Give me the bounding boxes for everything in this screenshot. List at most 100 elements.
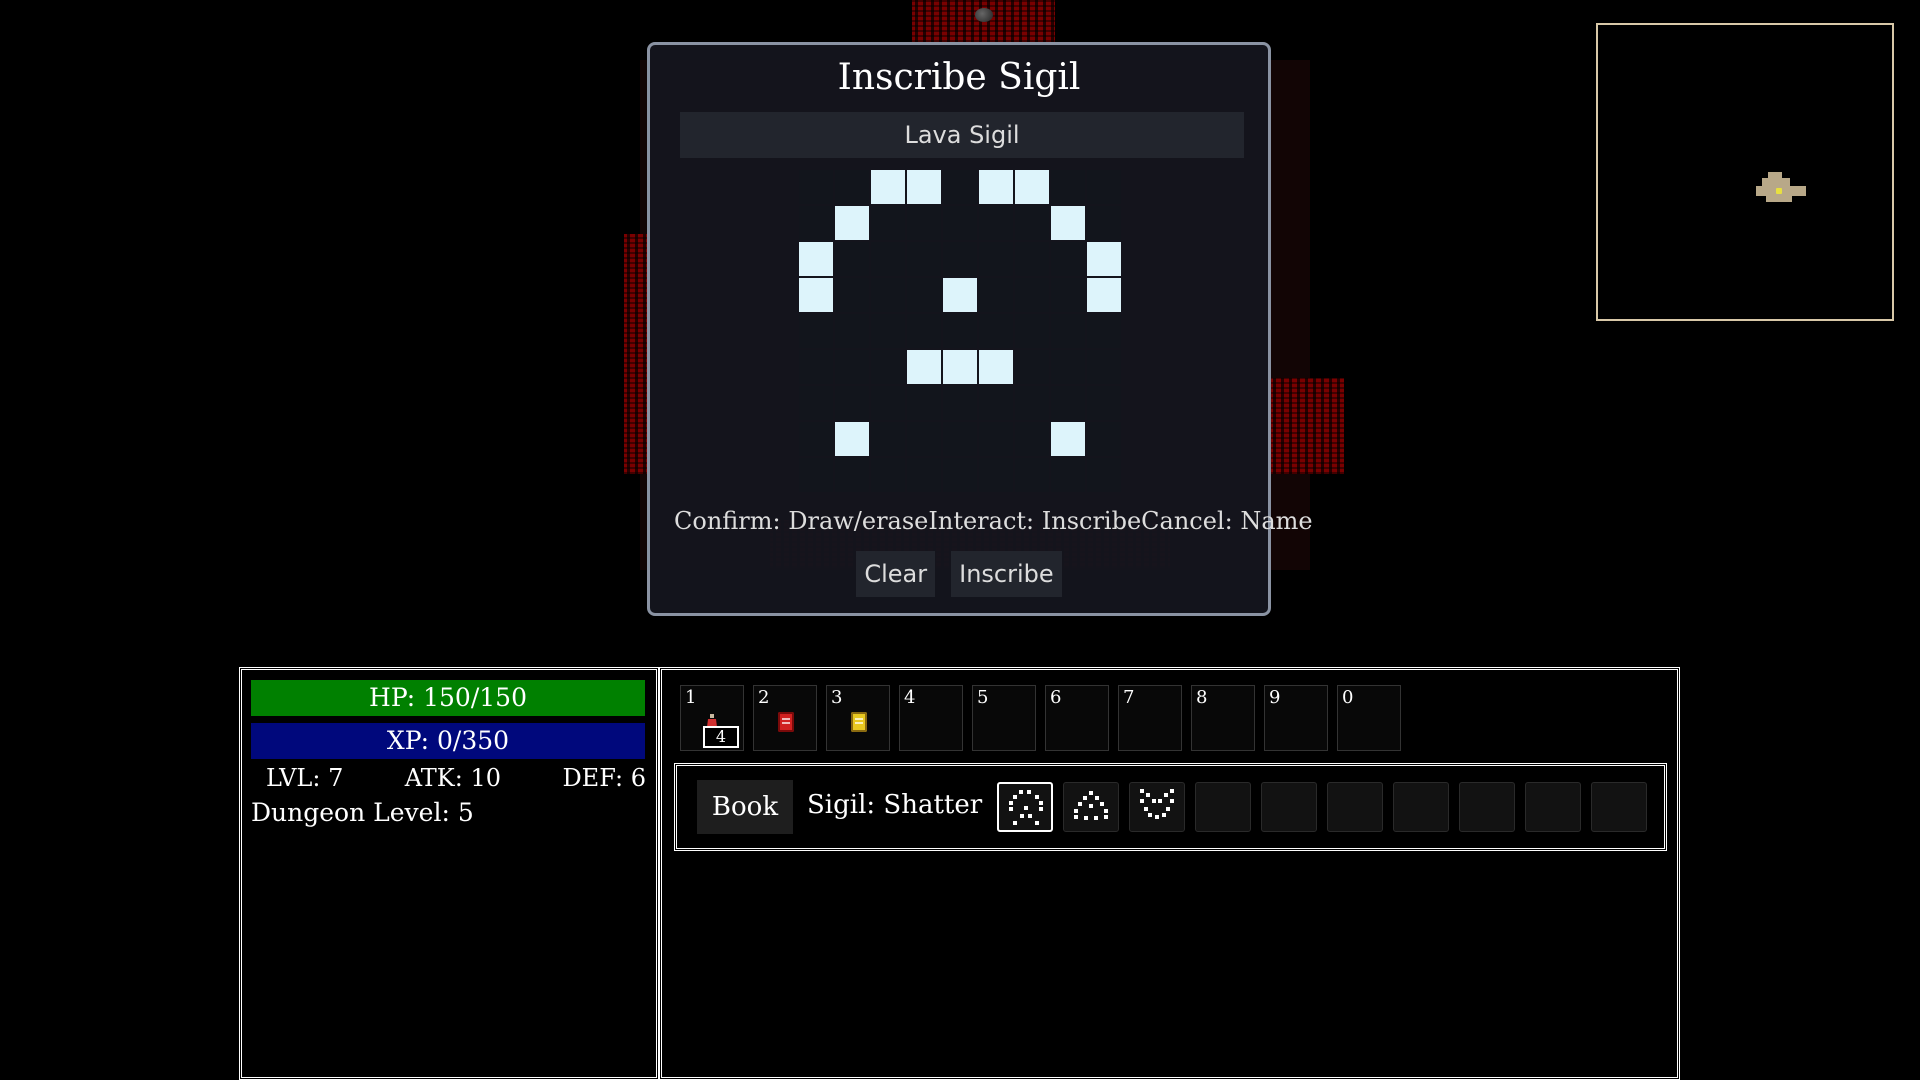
hotbar-slot-1[interactable]: 14 [680, 685, 744, 751]
grid-cell[interactable] [799, 170, 833, 204]
grid-cell[interactable] [1087, 206, 1121, 240]
grid-cell[interactable] [799, 458, 833, 492]
grid-cell[interactable] [799, 206, 833, 240]
sigil-slot-1[interactable] [997, 782, 1053, 832]
grid-cell[interactable] [871, 458, 905, 492]
hotbar-slot-7[interactable]: 7 [1118, 685, 1182, 751]
grid-cell[interactable] [871, 278, 905, 312]
sigil-slot-2[interactable] [1063, 782, 1119, 832]
grid-cell[interactable] [1051, 422, 1085, 456]
sigil-slot-9[interactable] [1525, 782, 1581, 832]
grid-cell[interactable] [979, 314, 1013, 348]
book-button[interactable]: Book [697, 780, 793, 834]
grid-cell[interactable] [871, 386, 905, 420]
grid-cell[interactable] [979, 278, 1013, 312]
grid-cell[interactable] [1051, 242, 1085, 276]
grid-cell[interactable] [871, 422, 905, 456]
hotbar-slot-5[interactable]: 5 [972, 685, 1036, 751]
grid-cell[interactable] [1051, 386, 1085, 420]
grid-cell[interactable] [907, 458, 941, 492]
grid-cell[interactable] [907, 278, 941, 312]
grid-cell[interactable] [943, 350, 977, 384]
grid-cell[interactable] [835, 350, 869, 384]
grid-cell[interactable] [835, 170, 869, 204]
grid-cell[interactable] [943, 242, 977, 276]
grid-cell[interactable] [1015, 350, 1049, 384]
hotbar-slot-9[interactable]: 9 [1264, 685, 1328, 751]
grid-cell[interactable] [799, 242, 833, 276]
grid-cell[interactable] [1087, 386, 1121, 420]
grid-cell[interactable] [979, 242, 1013, 276]
grid-cell[interactable] [979, 350, 1013, 384]
grid-cell[interactable] [979, 206, 1013, 240]
grid-cell[interactable] [943, 314, 977, 348]
grid-cell[interactable] [1087, 314, 1121, 348]
grid-cell[interactable] [799, 314, 833, 348]
grid-cell[interactable] [1087, 350, 1121, 384]
grid-cell[interactable] [943, 278, 977, 312]
grid-cell[interactable] [871, 242, 905, 276]
grid-cell[interactable] [871, 350, 905, 384]
hotbar-slot-8[interactable]: 8 [1191, 685, 1255, 751]
grid-cell[interactable] [979, 422, 1013, 456]
grid-cell[interactable] [907, 350, 941, 384]
grid-cell[interactable] [835, 458, 869, 492]
grid-cell[interactable] [835, 206, 869, 240]
sigil-name-input[interactable]: Lava Sigil [680, 112, 1244, 158]
grid-cell[interactable] [1051, 458, 1085, 492]
grid-cell[interactable] [1015, 206, 1049, 240]
hotbar-slot-4[interactable]: 4 [899, 685, 963, 751]
grid-cell[interactable] [871, 206, 905, 240]
grid-cell[interactable] [943, 458, 977, 492]
grid-cell[interactable] [979, 170, 1013, 204]
grid-cell[interactable] [799, 278, 833, 312]
sigil-slot-3[interactable] [1129, 782, 1185, 832]
grid-cell[interactable] [1015, 170, 1049, 204]
sigil-slot-5[interactable] [1261, 782, 1317, 832]
grid-cell[interactable] [907, 386, 941, 420]
sigil-slot-6[interactable] [1327, 782, 1383, 832]
hotbar-slot-0[interactable]: 0 [1337, 685, 1401, 751]
grid-cell[interactable] [943, 206, 977, 240]
grid-cell[interactable] [1051, 170, 1085, 204]
grid-cell[interactable] [799, 386, 833, 420]
hotbar-slot-6[interactable]: 6 [1045, 685, 1109, 751]
grid-cell[interactable] [907, 422, 941, 456]
grid-cell[interactable] [1087, 278, 1121, 312]
grid-cell[interactable] [835, 278, 869, 312]
grid-cell[interactable] [799, 350, 833, 384]
grid-cell[interactable] [799, 422, 833, 456]
grid-cell[interactable] [835, 422, 869, 456]
grid-cell[interactable] [1015, 386, 1049, 420]
grid-cell[interactable] [1087, 458, 1121, 492]
grid-cell[interactable] [1015, 242, 1049, 276]
grid-cell[interactable] [1051, 278, 1085, 312]
grid-cell[interactable] [1051, 314, 1085, 348]
sigil-slot-8[interactable] [1459, 782, 1515, 832]
grid-cell[interactable] [907, 206, 941, 240]
grid-cell[interactable] [871, 170, 905, 204]
clear-button[interactable]: Clear [856, 551, 936, 597]
grid-cell[interactable] [835, 314, 869, 348]
grid-cell[interactable] [835, 386, 869, 420]
grid-cell[interactable] [871, 314, 905, 348]
grid-cell[interactable] [907, 314, 941, 348]
sigil-draw-grid[interactable] [799, 170, 1121, 492]
grid-cell[interactable] [943, 422, 977, 456]
grid-cell[interactable] [1015, 314, 1049, 348]
grid-cell[interactable] [1087, 170, 1121, 204]
sigil-slot-7[interactable] [1393, 782, 1449, 832]
grid-cell[interactable] [979, 458, 1013, 492]
grid-cell[interactable] [943, 386, 977, 420]
grid-cell[interactable] [1015, 458, 1049, 492]
grid-cell[interactable] [1015, 422, 1049, 456]
grid-cell[interactable] [1087, 422, 1121, 456]
hotbar-slot-2[interactable]: 2 [753, 685, 817, 751]
grid-cell[interactable] [1087, 242, 1121, 276]
grid-cell[interactable] [1051, 350, 1085, 384]
hotbar-slot-3[interactable]: 3 [826, 685, 890, 751]
sigil-slot-10[interactable] [1591, 782, 1647, 832]
grid-cell[interactable] [1051, 206, 1085, 240]
grid-cell[interactable] [835, 242, 869, 276]
grid-cell[interactable] [1015, 278, 1049, 312]
